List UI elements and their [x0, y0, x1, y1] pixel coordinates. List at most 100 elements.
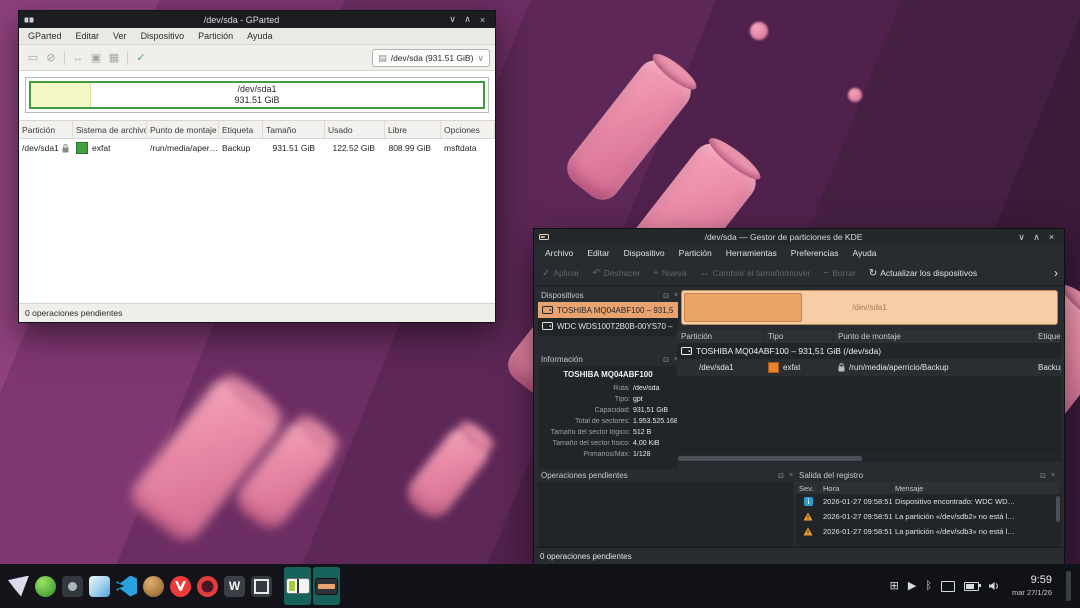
col-sev[interactable]: Sev. — [796, 482, 820, 494]
new-partition-icon[interactable]: ▭ — [24, 51, 42, 64]
minimize-button[interactable]: ∨ — [445, 14, 460, 25]
exfat-color-swatch — [76, 142, 88, 154]
copy-partition-icon[interactable]: ▣ — [87, 51, 105, 64]
pending-operations-text: 0 operaciones pendientes — [540, 552, 632, 561]
col-particion[interactable]: Partición — [19, 121, 73, 138]
device-item-toshiba[interactable]: TOSHIBA MQ04ABF100 – 931,51 … — [538, 302, 678, 318]
tray-grid-icon[interactable]: ⊞ — [890, 581, 899, 592]
partition-manager-task-button[interactable] — [313, 567, 340, 605]
tray-volume-icon[interactable] — [988, 581, 1000, 591]
tray-display-icon[interactable] — [941, 581, 955, 592]
menu-herramientas[interactable]: Herramientas — [719, 248, 784, 258]
menu-gparted[interactable]: GParted — [21, 31, 69, 41]
vertical-scrollbar[interactable] — [1056, 496, 1060, 522]
partition-visual-sda1[interactable]: /dev/sda1 931.51 GiB — [29, 81, 485, 109]
gparted-titlebar[interactable]: /dev/sda - GParted ∨ ∧ × — [19, 11, 495, 28]
kpm-partition-bar[interactable]: /dev/sda1 — [681, 290, 1058, 325]
kpm-device-row[interactable]: TOSHIBA MQ04ABF100 – 931,51 GiB (/dev/sd… — [677, 343, 1061, 359]
app-launcher-button[interactable] — [5, 567, 32, 605]
panel-close-icon[interactable]: × — [1048, 472, 1058, 479]
red-app-button[interactable] — [194, 567, 221, 605]
resize-partition-icon[interactable]: ↔ — [69, 52, 87, 64]
panel-edge-handle[interactable] — [1066, 571, 1071, 601]
log-message: La partición «/dev/sdb3» no está l… — [892, 524, 1061, 539]
col-libre[interactable]: Libre — [385, 121, 441, 138]
menu-ver[interactable]: Ver — [106, 31, 134, 41]
menu-archivo[interactable]: Archivo — [538, 248, 580, 258]
game-launcher-button[interactable] — [140, 567, 167, 605]
operations-panel-header: Operaciones pendientes ⊡ × — [538, 469, 799, 482]
cell-mount-point: /run/media/aperricio/Backup — [849, 363, 949, 372]
vscode-button[interactable] — [113, 567, 140, 605]
log-panel-header: Salida del registro ⊡ × — [796, 469, 1061, 482]
frame-tool-icon — [251, 576, 272, 597]
device-item-wdc[interactable]: WDC WDS100T2B0B-00YS70 – 93… — [538, 318, 678, 334]
menu-dispositivo[interactable]: Dispositivo — [134, 31, 192, 41]
panel-float-icon[interactable]: ⊡ — [1038, 472, 1048, 480]
paste-partition-icon[interactable]: ▦ — [105, 51, 123, 64]
kpm-titlebar[interactable]: /dev/sda — Gestor de particiones de KDE … — [534, 229, 1064, 245]
col-hora[interactable]: Hora — [820, 482, 892, 494]
col-mensaje[interactable]: Mensaje — [892, 482, 1061, 494]
maximize-button[interactable]: ∧ — [460, 14, 475, 25]
toolbar-overflow-icon[interactable]: › — [1054, 266, 1058, 280]
scrollbar-handle[interactable] — [678, 456, 862, 461]
col-etiqueta[interactable]: Etiqueta — [1034, 330, 1061, 343]
col-usado[interactable]: Usado — [325, 121, 385, 138]
menu-ayuda[interactable]: Ayuda — [240, 31, 279, 41]
gparted-task-button[interactable] — [284, 567, 311, 605]
panel-close-icon[interactable]: × — [786, 472, 796, 479]
refresh-devices-button[interactable]: ↻ Actualizar los dispositivos — [869, 268, 977, 279]
minimize-button[interactable]: ∨ — [1014, 232, 1029, 243]
close-button[interactable]: × — [475, 15, 490, 25]
tray-bluetooth-icon[interactable]: ᛒ — [925, 581, 932, 592]
vivaldi-button[interactable] — [167, 567, 194, 605]
menu-dispositivo[interactable]: Dispositivo — [617, 248, 672, 258]
panel-float-icon[interactable]: ⊡ — [661, 356, 671, 364]
log-panel-title: Salida del registro — [799, 471, 1038, 480]
kpm-partition-row[interactable]: /dev/sda1 exfat /run/media/aperricio/Bac… — [677, 359, 1061, 376]
new-partition-button[interactable]: + Nueva — [653, 268, 686, 279]
menu-particion[interactable]: Partición — [672, 248, 719, 258]
wallpaper-shape — [401, 421, 496, 524]
log-row[interactable]: 2026-01-27 09:58:51 La partición «/dev/s… — [796, 509, 1061, 524]
menu-particion[interactable]: Partición — [191, 31, 240, 41]
close-button[interactable]: × — [1044, 232, 1059, 242]
frame-tool-button[interactable] — [248, 567, 275, 605]
col-punto-montaje[interactable]: Punto de montaje — [834, 330, 1034, 343]
menu-ayuda[interactable]: Ayuda — [846, 248, 884, 258]
col-opciones[interactable]: Opciones — [441, 121, 495, 138]
w-app-button[interactable]: W — [221, 567, 248, 605]
delete-partition-icon[interactable]: ⊘ — [42, 51, 60, 64]
log-row[interactable]: 2026-01-27 09:58:51 La partición «/dev/s… — [796, 524, 1061, 539]
settings-tool-button[interactable] — [59, 567, 86, 605]
tray-battery-icon[interactable] — [964, 582, 979, 591]
table-row-sda1[interactable]: /dev/sda1 exfat /run/media/aper… Backup … — [19, 139, 495, 157]
log-message: La partición «/dev/sdb2» no está l… — [892, 509, 1061, 524]
delete-button[interactable]: − Borrar — [823, 268, 855, 279]
panel-close-icon[interactable]: × — [671, 292, 681, 299]
tray-media-icon[interactable]: ▶ — [908, 581, 916, 592]
log-row[interactable]: 2026-01-27 09:58:51 Dispositivo encontra… — [796, 494, 1061, 509]
col-tipo[interactable]: Tipo — [764, 330, 834, 343]
panel-float-icon[interactable]: ⊡ — [776, 472, 786, 480]
undo-button[interactable]: ↶ Deshacer — [592, 268, 640, 279]
resize-move-button[interactable]: ↔ Cambiar el tamaño/mover — [700, 268, 811, 279]
col-particion[interactable]: Partición — [677, 330, 764, 343]
apply-button[interactable]: ✓ Aplicar — [542, 268, 579, 279]
menu-preferencias[interactable]: Preferencias — [784, 248, 846, 258]
menu-editar[interactable]: Editar — [69, 31, 107, 41]
horizontal-scrollbar[interactable] — [677, 455, 1061, 462]
col-sistema-archivos[interactable]: Sistema de archivos — [73, 121, 147, 138]
device-selector[interactable]: ▤ /dev/sda (931.51 GiB) ∨ — [372, 49, 490, 67]
maximize-button[interactable]: ∧ — [1029, 232, 1044, 243]
apply-operations-icon[interactable]: ✓ — [132, 51, 150, 64]
panel-float-icon[interactable]: ⊡ — [661, 292, 671, 300]
menu-editar[interactable]: Editar — [580, 248, 616, 258]
clock-widget[interactable]: 9:59 mar 27/1/26 — [1012, 575, 1052, 597]
file-manager-button[interactable] — [86, 567, 113, 605]
col-punto-montaje[interactable]: Punto de montaje — [147, 121, 219, 138]
col-tamano[interactable]: Tamaño — [263, 121, 325, 138]
assistant-button[interactable] — [32, 567, 59, 605]
col-etiqueta[interactable]: Etiqueta — [219, 121, 263, 138]
